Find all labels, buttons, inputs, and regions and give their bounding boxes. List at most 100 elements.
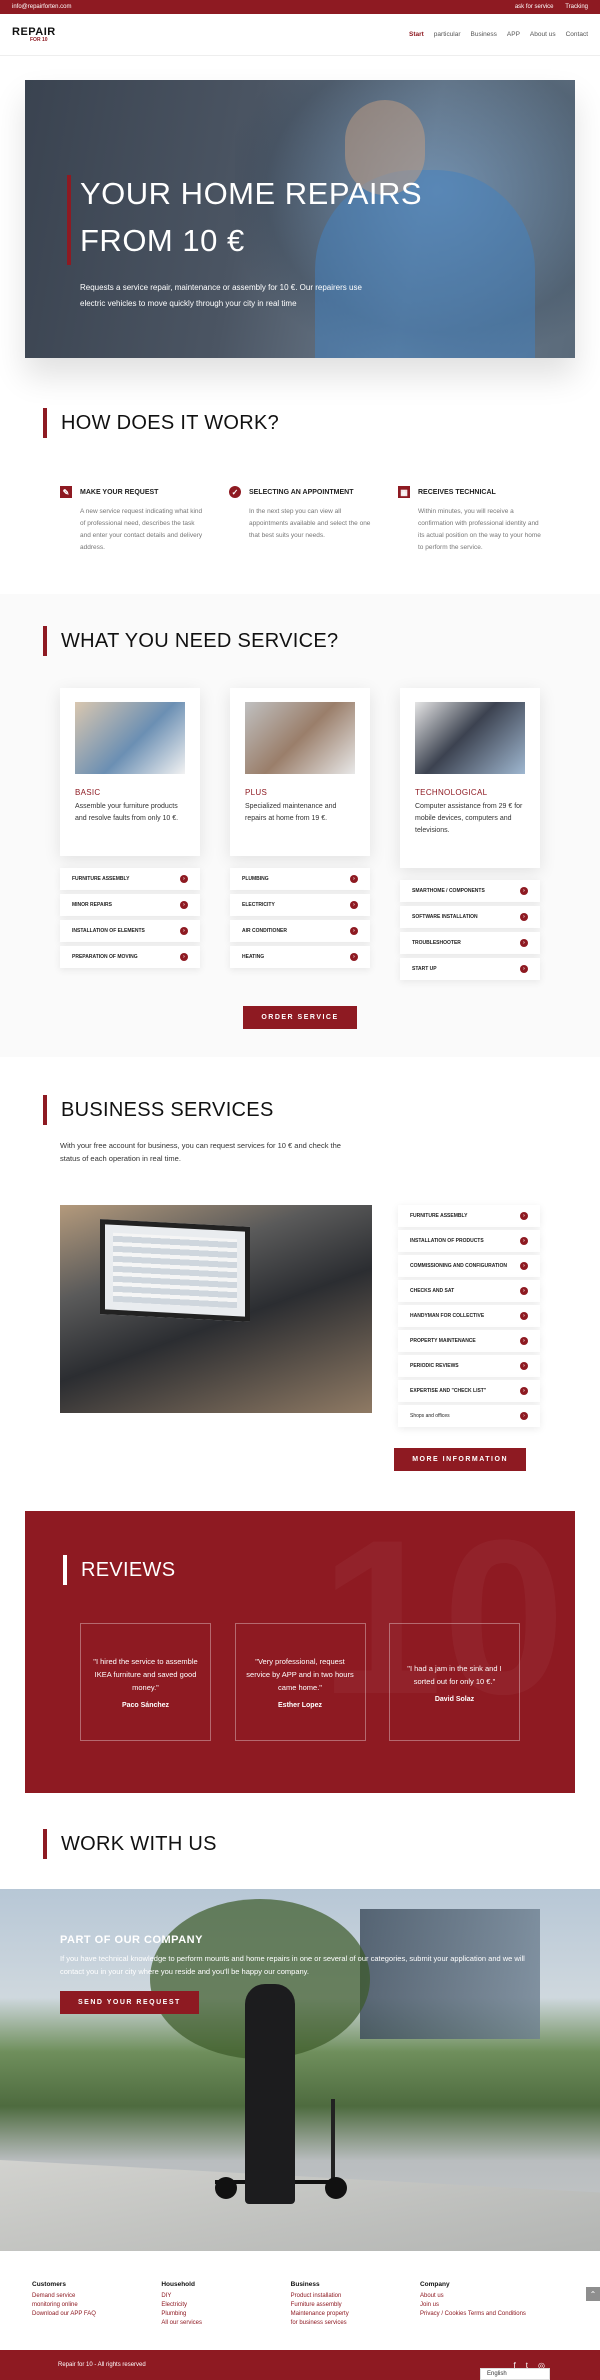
footer-link[interactable]: Join us — [420, 2301, 540, 2310]
nav-app[interactable]: APP — [507, 31, 520, 38]
site-logo[interactable]: REPAIR FOR 10 — [12, 26, 56, 43]
card-plus: PLUS Specialized maintenance and repairs… — [230, 688, 370, 984]
chevron-right-icon: › — [180, 927, 188, 935]
basic-image — [75, 702, 185, 774]
business-item[interactable]: COMMISSIONING AND CONFIGURATION › — [398, 1255, 540, 1277]
chevron-right-icon: › — [180, 901, 188, 909]
service-item[interactable]: INSTALLATION OF ELEMENTS › — [60, 920, 200, 942]
service-item[interactable]: MINOR REPAIRS › — [60, 894, 200, 916]
pencil-icon: ✎ — [60, 486, 72, 498]
card-basic: BASIC Assemble your furniture products a… — [60, 688, 200, 984]
step-select-appointment: ✓ SELECTING AN APPOINTMENT In the next st… — [229, 486, 370, 554]
service-item[interactable]: FURNITURE ASSEMBLY › — [60, 868, 200, 890]
footer-link[interactable]: Demand service — [32, 2292, 152, 2301]
top-email-link[interactable]: info@repairforten.com — [12, 4, 71, 10]
work-heading: PART OF OUR COMPANY — [60, 1934, 203, 1946]
business-lead: With your free account for business, you… — [60, 1141, 341, 1163]
send-request-button[interactable]: SEND YOUR REQUEST — [60, 1991, 199, 2014]
laptop-image — [60, 1205, 372, 1413]
footer-link[interactable]: Plumbing — [161, 2310, 281, 2319]
chevron-right-icon: › — [520, 939, 528, 947]
nav-about-us[interactable]: About us — [530, 31, 556, 38]
business-item[interactable]: CHECKS AND SAT › — [398, 1280, 540, 1302]
chevron-right-icon: › — [520, 1237, 528, 1245]
business-item[interactable]: Shops and offices › — [398, 1405, 540, 1427]
work-text: If you have technical knowledge to perfo… — [60, 1954, 525, 1976]
tracking-link[interactable]: Tracking — [565, 4, 588, 10]
footer-link[interactable]: Product installation — [291, 2292, 411, 2301]
repairer-image — [245, 1984, 295, 2204]
calendar-icon: ▦ — [398, 486, 410, 498]
footer-link[interactable]: monitoring online — [32, 2301, 152, 2310]
nav-contact[interactable]: Contact — [566, 31, 588, 38]
chevron-right-icon: › — [520, 887, 528, 895]
plus-image — [245, 702, 355, 774]
footer-link[interactable]: DIY — [161, 2292, 281, 2301]
reviews-section: 10 REVIEWS "I hired the service to assem… — [25, 1511, 575, 1793]
language-selector[interactable]: English — [480, 2368, 550, 2380]
work-with-us-section: WORK WITH US — [0, 1793, 600, 1889]
business-title: BUSINESS SERVICES — [61, 1098, 274, 1121]
hero-title: YOUR HOME REPAIRS FROM 10 € — [80, 176, 423, 258]
chevron-right-icon: › — [520, 965, 528, 973]
nav-start[interactable]: Start — [409, 31, 424, 38]
hero-banner: YOUR HOME REPAIRS FROM 10 € Requests a se… — [25, 80, 575, 358]
footer-link[interactable]: About us — [420, 2292, 540, 2301]
site-header: REPAIR FOR 10 Start particular Business … — [0, 14, 600, 56]
footer-link[interactable]: Download our APP FAQ — [32, 2310, 152, 2319]
footer-link[interactable]: for business services — [291, 2319, 411, 2328]
business-item[interactable]: HANDYMAN FOR COLLECTIVE › — [398, 1305, 540, 1327]
business-item[interactable]: FURNITURE ASSEMBLY › — [398, 1205, 540, 1227]
business-item[interactable]: INSTALLATION OF PRODUCTS › — [398, 1230, 540, 1252]
how-it-works-section: HOW DOES IT WORK? ✎ MAKE YOUR REQUEST A n… — [0, 398, 600, 594]
review-card: "I hired the service to assemble IKEA fu… — [80, 1623, 211, 1741]
how-title: HOW DOES IT WORK? — [61, 411, 280, 434]
footer-link[interactable]: Electricity — [161, 2301, 281, 2310]
check-icon: ✓ — [229, 486, 241, 498]
footer-link[interactable]: Privacy / Cookies Terms and Conditions — [420, 2310, 540, 2319]
technological-image — [415, 702, 525, 774]
service-item[interactable]: START UP › — [400, 958, 540, 980]
chevron-right-icon: › — [350, 953, 358, 961]
chevron-right-icon: › — [350, 901, 358, 909]
step-receives-technical: ▦ RECEIVES TECHNICAL Within minutes, you … — [398, 486, 541, 554]
service-item[interactable]: ELECTRICITY › — [230, 894, 370, 916]
footer-link[interactable]: Maintenance property — [291, 2310, 411, 2319]
work-title: WORK WITH US — [61, 1832, 217, 1855]
chevron-right-icon: › — [350, 875, 358, 883]
business-item[interactable]: PROPERTY MAINTENANCE › — [398, 1330, 540, 1352]
chevron-right-icon: › — [520, 1337, 528, 1345]
chevron-right-icon: › — [180, 875, 188, 883]
footer-link[interactable]: Furniture assembly — [291, 2301, 411, 2310]
service-item[interactable]: PREPARATION OF MOVING › — [60, 946, 200, 968]
ask-for-service-link[interactable]: ask for service — [515, 4, 554, 10]
service-item[interactable]: SOFTWARE INSTALLATION › — [400, 906, 540, 928]
chevron-right-icon: › — [520, 1212, 528, 1220]
chevron-right-icon: › — [180, 953, 188, 961]
back-to-top-icon[interactable]: ⌃ — [586, 2287, 600, 2301]
main-nav: Start particular Business APP About us C… — [409, 31, 588, 38]
services-section: WHAT YOU NEED SERVICE? BASIC Assemble yo… — [0, 594, 600, 1057]
services-title: WHAT YOU NEED SERVICE? — [61, 629, 339, 652]
chevron-right-icon: › — [520, 1312, 528, 1320]
business-item[interactable]: EXPERTISE AND "CHECK LIST" › — [398, 1380, 540, 1402]
nav-particular[interactable]: particular — [434, 31, 461, 38]
service-item[interactable]: SMARTHOME / COMPONENTS › — [400, 880, 540, 902]
service-item[interactable]: HEATING › — [230, 946, 370, 968]
service-item[interactable]: TROUBLESHOOTER › — [400, 932, 540, 954]
chevron-right-icon: › — [520, 1262, 528, 1270]
business-section: BUSINESS SERVICES With your free account… — [0, 1057, 600, 1511]
more-information-button[interactable]: MORE INFORMATION — [394, 1448, 526, 1471]
business-item[interactable]: PERIODIC REVIEWS › — [398, 1355, 540, 1377]
service-item[interactable]: PLUMBING › — [230, 868, 370, 890]
step-make-request: ✎ MAKE YOUR REQUEST A new service request… — [60, 486, 202, 554]
top-bar: info@repairforten.com ask for service Tr… — [0, 0, 600, 14]
service-item[interactable]: AIR CONDITIONER › — [230, 920, 370, 942]
chevron-right-icon: › — [520, 1412, 528, 1420]
chevron-right-icon: › — [520, 1387, 528, 1395]
footer-link[interactable]: All our services — [161, 2319, 281, 2328]
order-service-button[interactable]: ORDER SERVICE — [243, 1006, 357, 1029]
card-technological: TECHNOLOGICAL Computer assistance from 2… — [400, 688, 540, 984]
chevron-right-icon: › — [520, 1287, 528, 1295]
nav-business[interactable]: Business — [471, 31, 497, 38]
